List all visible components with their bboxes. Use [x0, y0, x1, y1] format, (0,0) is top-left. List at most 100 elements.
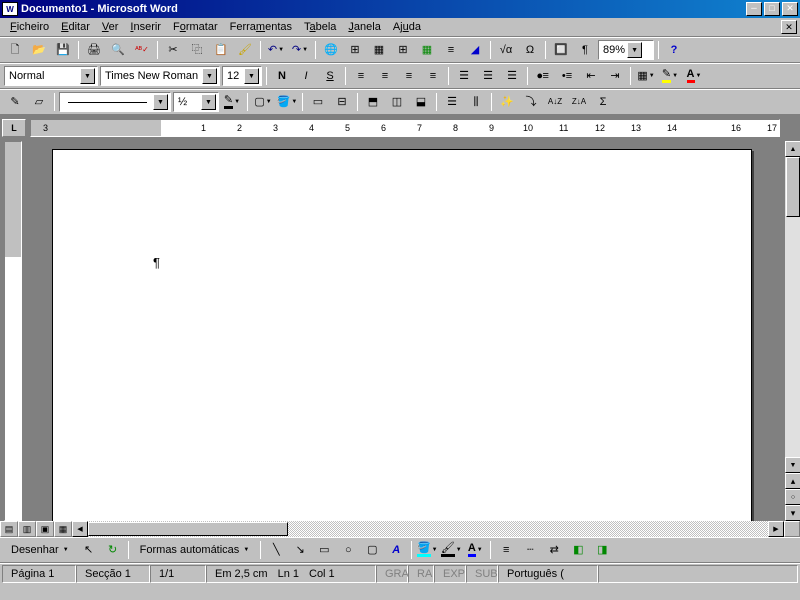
3d-button[interactable]: ◨: [591, 540, 613, 561]
print-preview-button[interactable]: 🔍: [107, 40, 129, 61]
print-button[interactable]: 🖨: [83, 40, 105, 61]
highlight-button[interactable]: ✎▼: [659, 66, 681, 87]
line-spacing-1-button[interactable]: ☰: [453, 66, 475, 87]
dropdown-arrow-icon[interactable]: ▼: [201, 94, 216, 110]
menu-janela[interactable]: Janela: [342, 19, 386, 35]
outside-border-button[interactable]: ▢▼: [252, 92, 274, 113]
style-combo[interactable]: Normal ▼: [4, 66, 98, 86]
menu-ver[interactable]: Ver: [96, 19, 125, 35]
ruler-vertical[interactable]: [4, 141, 22, 521]
dropdown-arrow-icon[interactable]: ▼: [244, 68, 259, 84]
align-left-button[interactable]: ≡: [350, 66, 372, 87]
draw-menu-button[interactable]: Desenhar▼: [4, 540, 76, 561]
bold-button[interactable]: N: [271, 66, 293, 87]
menu-editar[interactable]: Editar: [55, 19, 96, 35]
line-style-combo[interactable]: ▼: [59, 92, 171, 112]
sort-asc-button[interactable]: A↓Z: [544, 92, 566, 113]
omega-button[interactable]: Ω: [519, 40, 541, 61]
justify-button[interactable]: ≡: [422, 66, 444, 87]
scroll-thumb-v[interactable]: [786, 157, 800, 217]
columns-button[interactable]: ≡: [440, 40, 462, 61]
status-ext[interactable]: EXP: [434, 565, 466, 583]
open-button[interactable]: 📂: [28, 40, 50, 61]
autoformat-button[interactable]: ✨: [496, 92, 518, 113]
center-vertical-button[interactable]: ◫: [386, 92, 408, 113]
scroll-right-button[interactable]: ▶: [768, 521, 784, 537]
ruler-horizontal[interactable]: 3 1 2 3 4 5 6 7 8 9 10 11 12 13 14 16 17: [30, 119, 780, 137]
scrollbar-vertical[interactable]: ▲ ▼ ▴ ○ ▾: [784, 141, 800, 521]
distribute-cols-button[interactable]: ⫼: [465, 92, 487, 113]
menu-tabela[interactable]: Tabela: [298, 19, 342, 35]
minimize-button[interactable]: ─: [746, 2, 762, 16]
redo-button[interactable]: ↷▼: [289, 40, 311, 61]
copy-button[interactable]: ⿻: [186, 40, 208, 61]
online-view-button[interactable]: ▥: [18, 521, 36, 537]
draw-table-button[interactable]: ✎: [4, 92, 26, 113]
increase-indent-button[interactable]: ⇥: [604, 66, 626, 87]
bullet-list-button[interactable]: •≡: [556, 66, 578, 87]
font-color-button[interactable]: A▼: [683, 66, 705, 87]
new-button[interactable]: 🗋: [4, 40, 26, 61]
document-page[interactable]: ¶: [52, 149, 752, 521]
merge-cells-button[interactable]: ▭: [307, 92, 329, 113]
drawing-button[interactable]: ◢: [464, 40, 486, 61]
dropdown-arrow-icon[interactable]: ▼: [627, 42, 642, 58]
menu-ajuda[interactable]: Ajuda: [387, 19, 427, 35]
tab-selector[interactable]: L: [2, 119, 26, 137]
text-direction-button[interactable]: ⤵: [520, 92, 542, 113]
shading-color-button[interactable]: 🪣▼: [276, 92, 298, 113]
font-color-draw-button[interactable]: A▼: [464, 540, 486, 561]
help-button[interactable]: ?: [663, 40, 685, 61]
autosum-button[interactable]: Σ: [592, 92, 614, 113]
fill-color-button[interactable]: 🪣▼: [416, 540, 438, 561]
document-viewport[interactable]: ¶: [22, 141, 784, 521]
tables-borders-button[interactable]: ▦: [368, 40, 390, 61]
status-rec[interactable]: GRA: [376, 565, 408, 583]
scroll-up-button[interactable]: ▲: [785, 141, 800, 157]
next-page-button[interactable]: ▾: [785, 505, 800, 521]
oval-button[interactable]: ○: [337, 540, 359, 561]
scroll-down-button[interactable]: ▼: [785, 457, 800, 473]
align-bottom-button[interactable]: ⬓: [410, 92, 432, 113]
browse-object-button[interactable]: ○: [785, 489, 800, 505]
excel-button[interactable]: ▦: [416, 40, 438, 61]
sort-desc-button[interactable]: Z↓A: [568, 92, 590, 113]
line-spacing-15-button[interactable]: ☰: [477, 66, 499, 87]
dropdown-arrow-icon[interactable]: ▼: [80, 68, 95, 84]
numbered-list-button[interactable]: ⦁≡: [532, 66, 554, 87]
undo-button[interactable]: ↶▼: [265, 40, 287, 61]
line-button[interactable]: ╲: [265, 540, 287, 561]
line-style-button[interactable]: ≡: [495, 540, 517, 561]
scroll-track-v[interactable]: [785, 157, 800, 457]
document-close-button[interactable]: ✕: [781, 20, 797, 34]
dropdown-arrow-icon[interactable]: ▼: [202, 68, 217, 84]
arrow-style-button[interactable]: ⇄: [543, 540, 565, 561]
italic-button[interactable]: I: [295, 66, 317, 87]
eraser-button[interactable]: ▱: [28, 92, 50, 113]
normal-view-button[interactable]: ▤: [0, 521, 18, 537]
line-spacing-2-button[interactable]: ☰: [501, 66, 523, 87]
font-combo[interactable]: Times New Roman ▼: [100, 66, 220, 86]
status-trk[interactable]: RA: [408, 565, 434, 583]
spellcheck-button[interactable]: ᴬᴮ✓: [131, 40, 153, 61]
textbox-button[interactable]: ▢: [361, 540, 383, 561]
web-toolbar-button[interactable]: ⊞: [344, 40, 366, 61]
status-lang[interactable]: Português (: [498, 565, 598, 583]
rectangle-button[interactable]: ▭: [313, 540, 335, 561]
select-objects-button[interactable]: ↖: [78, 540, 100, 561]
dropdown-arrow-icon[interactable]: ▼: [153, 94, 168, 110]
border-color-button[interactable]: ✎▼: [221, 92, 243, 113]
show-marks-button[interactable]: ¶: [574, 40, 596, 61]
maximize-button[interactable]: □: [764, 2, 780, 16]
format-painter-button[interactable]: 🖌: [234, 40, 256, 61]
prev-page-button[interactable]: ▴: [785, 473, 800, 489]
resize-handle[interactable]: [784, 521, 800, 537]
align-center-button[interactable]: ≡: [374, 66, 396, 87]
decrease-indent-button[interactable]: ⇤: [580, 66, 602, 87]
shadow-button[interactable]: ◧: [567, 540, 589, 561]
arrow-button[interactable]: ↘: [289, 540, 311, 561]
insert-table-button[interactable]: ⊞: [392, 40, 414, 61]
align-right-button[interactable]: ≡: [398, 66, 420, 87]
hyperlink-button[interactable]: 🌐: [320, 40, 342, 61]
paste-button[interactable]: 📋: [210, 40, 232, 61]
